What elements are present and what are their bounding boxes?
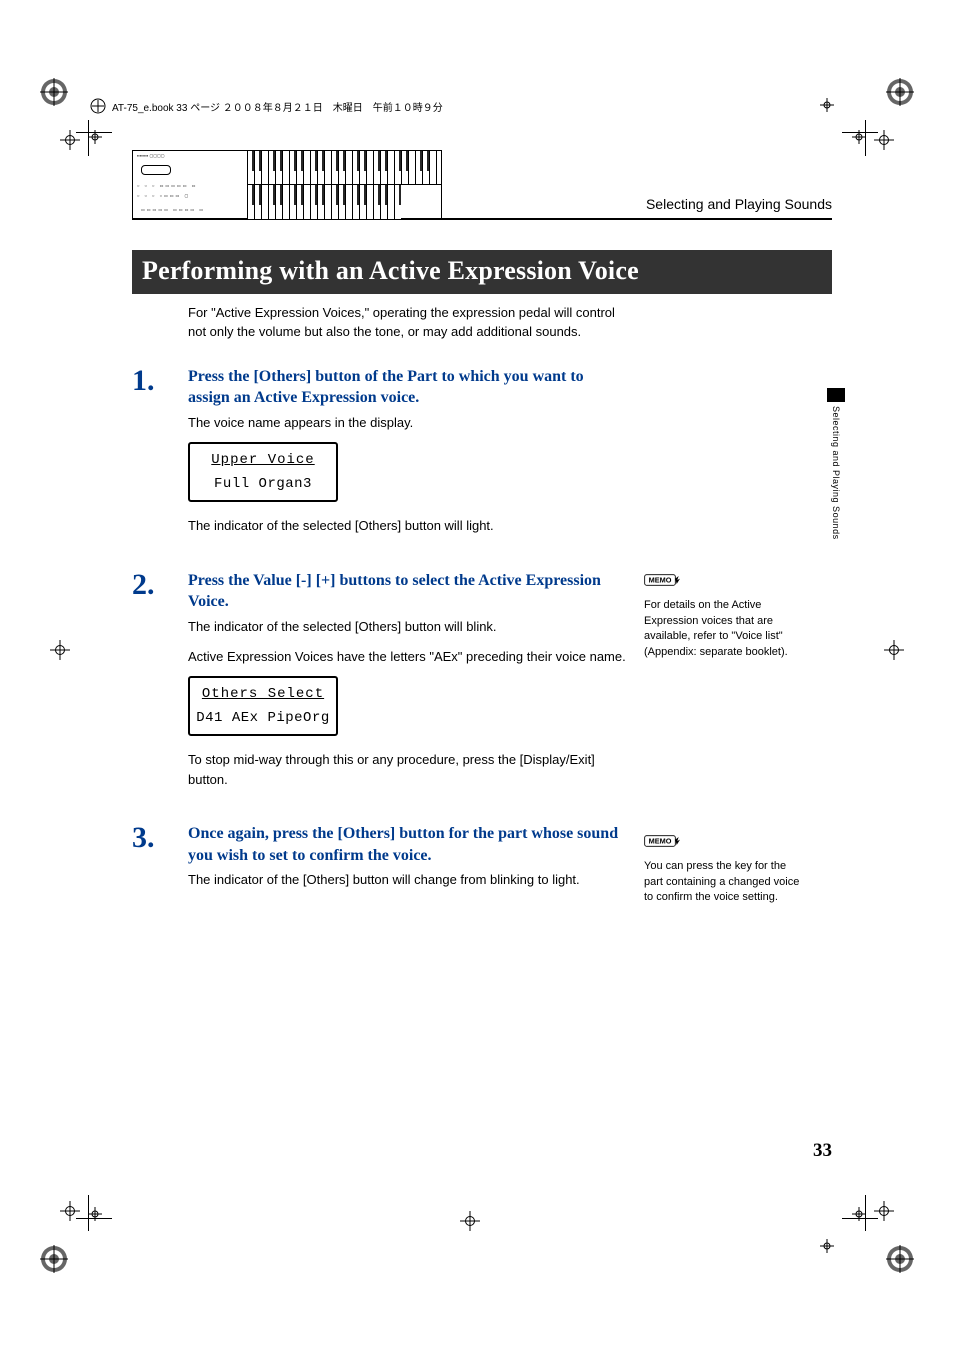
memo-note: MEMO You can press the key for the part … — [644, 832, 804, 906]
side-tab: Selecting and Playing Sounds — [827, 388, 845, 534]
step-text: The indicator of the selected [Others] b… — [188, 516, 628, 536]
step-number: 3. — [132, 823, 188, 853]
target-mark-icon — [886, 78, 914, 106]
lcd-line-1: Others Select — [196, 686, 330, 702]
section-title: Performing with an Active Expression Voi… — [132, 250, 832, 294]
lcd-line-2: Full Organ3 — [196, 476, 330, 492]
lcd-line-2: D41 AEx PipeOrg — [196, 710, 330, 726]
registration-mark-icon — [60, 130, 80, 150]
step-text: To stop mid-way through this or any proc… — [188, 750, 628, 789]
target-mark-icon — [40, 78, 68, 106]
memo-text: For details on the Active Expression voi… — [644, 598, 804, 660]
step-title: Once again, press the [Others] button fo… — [188, 823, 628, 866]
memo-text: You can press the key for the part conta… — [644, 859, 804, 905]
step-text: The voice name appears in the display. — [188, 413, 628, 433]
book-header-text: AT-75_e.book 33 ページ ２００８年８月２１日 木曜日 午前１０時… — [112, 99, 443, 114]
target-mark-icon — [40, 1245, 68, 1273]
step-1: 1. Press the [Others] button of the Part… — [132, 366, 832, 546]
registration-mark-icon — [460, 1211, 480, 1231]
book-header-meta: AT-75_e.book 33 ページ ２００８年８月２１日 木曜日 午前１０時… — [90, 98, 443, 114]
memo-note: MEMO For details on the Active Expressio… — [644, 571, 804, 660]
step-number: 2. — [132, 570, 188, 600]
registration-mark-icon — [820, 1239, 834, 1253]
book-icon — [90, 98, 106, 114]
step-text: Active Expression Voices have the letter… — [188, 647, 628, 667]
keyboard-diagram: ▪▪▪▪▪▪▪▪ ▢▢▢▢ ○ ○ ○ ▭▭▭▭▭ ▭ ○ ○ ○ ○▭▭▭ ▢… — [132, 150, 442, 220]
page-number: 33 — [132, 1140, 832, 1162]
target-mark-icon — [886, 1245, 914, 1273]
step-text: The indicator of the selected [Others] b… — [188, 617, 628, 637]
memo-icon: MEMO — [644, 832, 684, 855]
side-tab-label: Selecting and Playing Sounds — [827, 406, 841, 540]
lcd-display: Upper Voice Full Organ3 — [188, 442, 338, 502]
lcd-line-1: Upper Voice — [196, 452, 330, 468]
lcd-display: Others Select D41 AEx PipeOrg — [188, 676, 338, 736]
side-tab-marker — [827, 388, 845, 402]
intro-text: For "Active Expression Voices," operatin… — [188, 304, 628, 342]
registration-mark-icon — [820, 98, 834, 112]
svg-text:MEMO: MEMO — [649, 837, 672, 846]
step-number: 1. — [132, 366, 188, 396]
registration-mark-icon — [874, 130, 894, 150]
step-title: Press the Value [-] [+] buttons to selec… — [188, 570, 628, 613]
step-text: The indicator of the [Others] button wil… — [188, 870, 628, 890]
memo-icon: MEMO — [644, 571, 684, 594]
registration-mark-icon — [884, 640, 904, 660]
step-title: Press the [Others] button of the Part to… — [188, 366, 628, 409]
registration-mark-icon — [50, 640, 70, 660]
svg-text:MEMO: MEMO — [649, 576, 672, 585]
